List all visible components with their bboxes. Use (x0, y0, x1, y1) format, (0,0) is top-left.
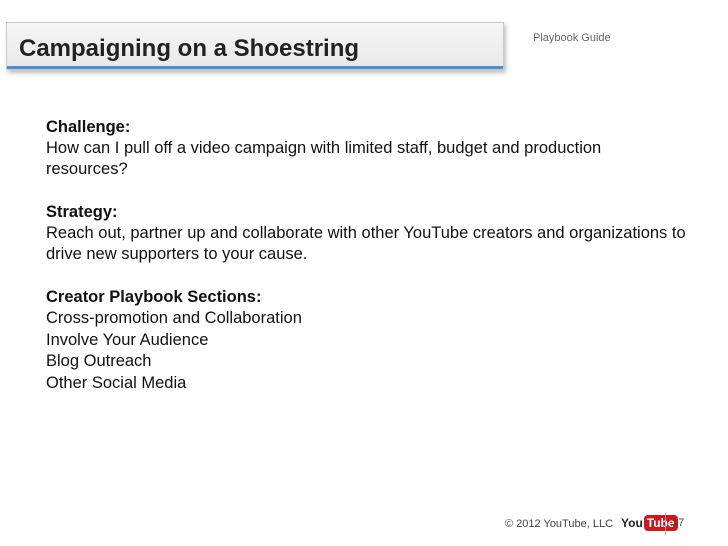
list-item: Involve Your Audience (46, 330, 209, 349)
list-item: Blog Outreach (46, 352, 152, 370)
playbook-guide-label: Playbook Guide (533, 32, 611, 44)
page-title: Campaigning on a Shoestring (19, 35, 360, 62)
list-item: Cross-promotion and Collaboration (46, 309, 302, 327)
youtube-logo: You Tube (621, 514, 678, 532)
strategy-heading: Strategy: (46, 203, 118, 221)
title-accent-bar (7, 66, 503, 69)
playbook-sections-heading: Creator Playbook Sections: (46, 288, 262, 306)
strategy-section: Strategy: Reach out, partner up and coll… (46, 202, 686, 265)
challenge-heading: Challenge: (46, 118, 131, 136)
page-number: 17 (672, 517, 685, 529)
title-box: Campaigning on a Shoestring (6, 22, 504, 70)
challenge-section: Challenge: How can I pull off a video ca… (46, 117, 686, 180)
playbook-sections: Creator Playbook Sections: Cross-promoti… (46, 287, 686, 394)
list-item: Other Social Media (46, 373, 187, 392)
youtube-logo-you: You (621, 516, 643, 530)
strategy-text: Reach out, partner up and collaborate wi… (46, 224, 686, 263)
slide-content: Challenge: How can I pull off a video ca… (46, 117, 686, 416)
copyright-text: © 2012 YouTube, LLC (505, 518, 614, 530)
page-number-divider (665, 513, 666, 535)
challenge-text: How can I pull off a video campaign with… (46, 139, 602, 178)
